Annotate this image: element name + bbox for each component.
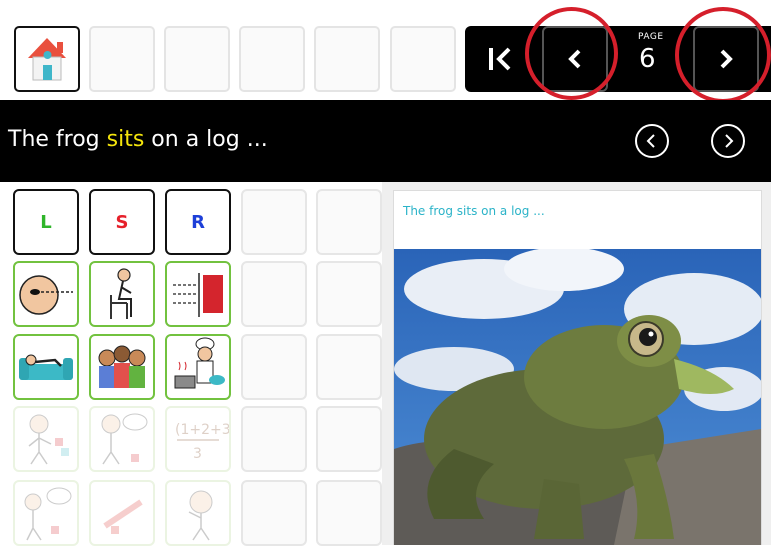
toolbar-slot[interactable] (89, 26, 155, 92)
feel-symbol-icon (28, 414, 69, 465)
letter-l: L (40, 211, 52, 233)
sentence-text: The frog sits on a log ... (8, 127, 268, 152)
friends-symbol-icon (98, 345, 146, 388)
circle-chevron-right-icon (725, 134, 734, 148)
letter-cell-l[interactable]: L (13, 189, 79, 255)
empty-cell[interactable] (316, 406, 382, 472)
empty-cell[interactable] (241, 189, 307, 255)
next-sentence-button[interactable] (711, 124, 745, 158)
circle-chevron-left-icon (646, 134, 655, 148)
symbol-cell-friends[interactable] (89, 334, 155, 400)
empty-cell[interactable] (241, 261, 307, 327)
symbol-cell-forward[interactable] (165, 261, 231, 327)
toolbar-slot[interactable] (390, 26, 456, 92)
sentence-start: The frog (8, 127, 107, 152)
letter-r: R (191, 211, 205, 233)
letter-cell-s[interactable]: S (89, 189, 155, 255)
forward-symbol-icon (173, 273, 223, 317)
svg-text:3: 3 (193, 446, 202, 462)
previous-sentence-button[interactable] (635, 124, 669, 158)
page-number: 6 (639, 44, 656, 74)
empty-cell[interactable] (316, 480, 382, 546)
page-label: PAGE (638, 32, 664, 42)
empty-cell[interactable] (316, 189, 382, 255)
symbol-cell-sit[interactable] (89, 261, 155, 327)
relax-symbol-icon (19, 354, 73, 380)
letter-cell-r[interactable]: R (165, 189, 231, 255)
first-page-icon (489, 47, 511, 71)
symbol-cell-look[interactable] (13, 261, 79, 327)
empty-cell[interactable] (241, 334, 307, 400)
toolbar: PAGE 6 (0, 0, 771, 103)
symbol-cell-cook[interactable] (165, 334, 231, 400)
cook-symbol-icon (174, 337, 225, 389)
empty-cell[interactable] (316, 334, 382, 400)
fall-symbol-icon (103, 499, 143, 534)
add-symbol-icon: (1+2+3) 3 (175, 422, 236, 462)
sit-symbol-icon (110, 268, 132, 319)
toolbar-slot[interactable] (314, 26, 380, 92)
look-symbol-icon (19, 275, 73, 315)
symbol-cell-talk[interactable] (13, 480, 79, 546)
symbol-cell-wonder[interactable] (165, 480, 231, 546)
highlighted-word: sits (106, 127, 145, 152)
symbol-cell-feel[interactable] (13, 406, 79, 472)
toolbar-slot[interactable] (239, 26, 305, 92)
symbol-cell-relax[interactable] (13, 334, 79, 400)
symbol-cell-add[interactable]: (1+2+3) 3 (165, 406, 236, 472)
think-symbol-icon (101, 413, 148, 465)
empty-cell[interactable] (316, 261, 382, 327)
story-panel: The frog sits on a log ... (393, 190, 762, 545)
first-page-button[interactable] (468, 26, 534, 92)
toolbar-slot[interactable] (164, 26, 230, 92)
sentence-end: on a log ... (144, 127, 268, 152)
empty-cell[interactable] (241, 480, 307, 546)
house-icon (28, 38, 66, 81)
annotation-circle (525, 7, 618, 100)
home-button[interactable] (14, 26, 80, 92)
frog-on-log-photo (394, 249, 761, 545)
annotation-circle (675, 7, 771, 103)
symbol-cell-fall[interactable] (89, 480, 155, 546)
letter-s: S (115, 211, 129, 233)
empty-cell[interactable] (241, 406, 307, 472)
wonder-symbol-icon (188, 490, 213, 541)
panel-caption: The frog sits on a log ... (403, 204, 545, 218)
talk-symbol-icon (24, 487, 72, 541)
symbol-cell-think[interactable] (89, 406, 155, 472)
svg-text:(1+2+3): (1+2+3) (175, 422, 229, 438)
